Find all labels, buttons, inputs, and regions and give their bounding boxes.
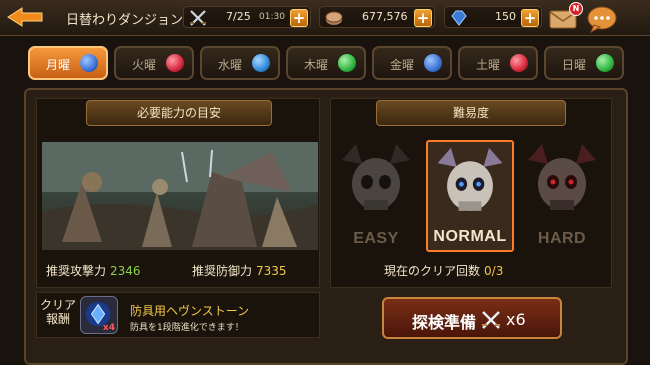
back-button[interactable] <box>6 6 46 28</box>
tab-tuesday[interactable]: 火曜 <box>114 46 194 80</box>
difficulty-header: 難易度 <box>376 100 566 126</box>
tab-friday[interactable]: 金曜 <box>372 46 452 80</box>
reward-item-description: 防具を1段階進化できます！ <box>130 323 244 333</box>
clear-reward-label-line1: クリア <box>39 298 76 312</box>
add-gold-button[interactable]: + <box>414 9 432 27</box>
blue-gem-icon <box>252 54 270 72</box>
tab-sunday[interactable]: 日曜 <box>544 46 624 80</box>
defense-value: 7335 <box>256 264 287 278</box>
tab-saturday[interactable]: 土曜 <box>458 46 538 80</box>
clear-count-value: 0/3 <box>484 264 504 278</box>
attack-label: 推奨攻撃力 <box>46 264 107 278</box>
dungeon-preview-image <box>42 142 318 250</box>
add-gems-button[interactable]: + <box>521 9 539 27</box>
red-gem-icon <box>166 54 184 72</box>
back-arrow-icon <box>7 7 43 27</box>
mail-new-badge: N <box>569 2 583 16</box>
clear-reward-label-line2: 報酬 <box>45 312 70 326</box>
tab-thursday[interactable]: 木曜 <box>286 46 366 80</box>
difficulty-hard[interactable]: HARD <box>518 140 606 252</box>
gold-counter: 677,576 + <box>319 6 435 28</box>
tab-label: 土曜 <box>476 58 501 72</box>
mail-button[interactable]: N <box>549 2 583 29</box>
stamina-counter: 7/25 01:30 + <box>183 6 311 28</box>
tab-monday[interactable]: 月曜 <box>28 46 108 80</box>
battle-scene-illustration <box>42 142 318 250</box>
clear-count-label: 現在のクリア回数 <box>384 264 481 278</box>
skull-easy-icon <box>342 144 410 210</box>
gold-coin-icon <box>325 11 343 25</box>
tab-label: 金曜 <box>390 58 415 72</box>
add-stamina-button[interactable]: + <box>290 9 308 27</box>
stamina-value: 7/25 <box>226 10 251 23</box>
gem-value: 150 <box>495 10 516 23</box>
page-title: 日替わりダンジョン <box>66 13 184 28</box>
recommended-defense: 推奨防御力 7335 <box>192 262 287 279</box>
clear-reward-label: クリア 報酬 <box>38 298 78 326</box>
skull-hard-icon <box>528 144 596 210</box>
green-gem-icon <box>338 54 356 72</box>
top-bar: 日替わりダンジョン 7/25 01:30 + 677,576 + 150 + N <box>0 0 650 36</box>
defense-label: 推奨防御力 <box>192 264 253 278</box>
blue-gem-icon <box>80 54 98 72</box>
reward-item-count: x4 <box>102 323 115 333</box>
difficulty-normal-label: NORMAL <box>433 228 507 245</box>
stamina-timer: 01:30 <box>259 12 285 22</box>
red-gem-icon <box>510 54 528 72</box>
chat-button[interactable] <box>586 5 618 34</box>
crossed-swords-icon <box>190 10 206 26</box>
reward-item-slot[interactable]: x4 <box>80 296 118 334</box>
tab-label: 月曜 <box>46 58 71 72</box>
tab-label: 水曜 <box>218 58 243 72</box>
explore-prep-label: 探検準備 <box>412 313 477 332</box>
difficulty-hard-label: HARD <box>537 230 587 247</box>
recommended-attack: 推奨攻撃力 2346 <box>46 262 141 279</box>
tab-label: 木曜 <box>304 58 329 72</box>
tab-label: 日曜 <box>562 58 587 72</box>
gem-counter: 150 + <box>444 6 542 28</box>
difficulty-easy[interactable]: EASY <box>332 140 420 252</box>
crossed-swords-icon <box>482 311 500 329</box>
skull-normal-icon <box>437 147 503 211</box>
clear-count: 現在のクリア回数 0/3 <box>384 262 503 279</box>
requirements-header: 必要能力の目安 <box>86 100 272 126</box>
day-tabs: 月曜 火曜 水曜 木曜 金曜 土曜 日曜 <box>0 46 650 80</box>
blue-gem-icon <box>451 10 467 26</box>
gold-value: 677,576 <box>362 10 408 23</box>
tab-label: 火曜 <box>132 58 157 72</box>
explore-cost: x6 <box>506 310 526 329</box>
explore-prep-button[interactable]: 探検準備 x6 <box>382 297 562 339</box>
green-gem-icon <box>596 54 614 72</box>
blue-gem-icon <box>424 54 442 72</box>
chat-bubble-icon <box>587 6 617 34</box>
tab-wednesday[interactable]: 水曜 <box>200 46 280 80</box>
difficulty-normal[interactable]: NORMAL <box>426 140 514 252</box>
difficulty-easy-label: EASY <box>353 230 399 247</box>
attack-value: 2346 <box>110 264 141 278</box>
reward-item-name: 防具用ヘヴンストーン <box>130 304 250 318</box>
